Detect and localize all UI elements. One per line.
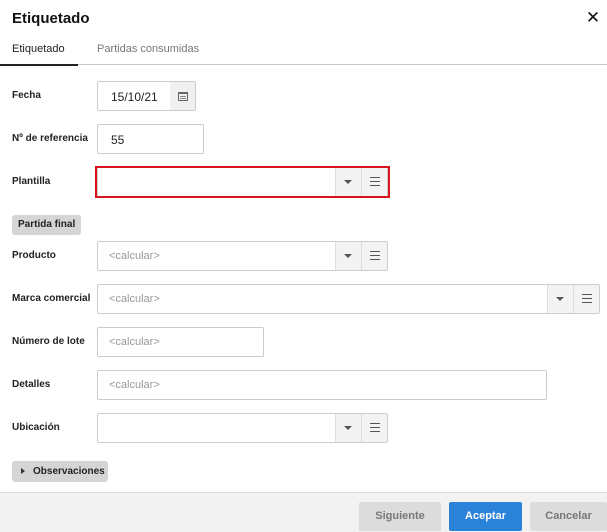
tab-etiquetado[interactable]: Etiquetado	[0, 43, 78, 66]
producto-label: Producto	[12, 250, 56, 261]
calendar-button[interactable]	[170, 81, 196, 111]
calendar-icon	[178, 92, 188, 101]
marca-dropdown-button[interactable]	[547, 285, 573, 313]
producto-select[interactable]: <calcular>	[97, 241, 388, 271]
observaciones-label: Observaciones	[33, 466, 105, 477]
section-partida-final: Partida final	[12, 215, 82, 235]
caret-right-icon	[21, 468, 25, 474]
close-icon[interactable]: ✕	[584, 9, 602, 27]
plantilla-label: Plantilla	[12, 176, 51, 187]
lote-label: Número de lote	[12, 336, 85, 347]
referencia-label: Nº de referencia	[12, 133, 88, 144]
fecha-label: Fecha	[12, 90, 41, 101]
list-icon	[582, 294, 592, 303]
detalles-label: Detalles	[12, 379, 51, 390]
tab-partidas-consumidas[interactable]: Partidas consumidas	[97, 43, 199, 65]
referencia-input[interactable]: 55	[97, 124, 204, 154]
labeling-dialog: Etiquetado ✕ Etiquetado Partidas consumi…	[0, 0, 607, 532]
tab-bar: Etiquetado Partidas consumidas	[0, 40, 607, 66]
list-icon	[370, 251, 380, 260]
marca-select[interactable]: <calcular>	[97, 284, 600, 314]
detalles-placeholder: <calcular>	[109, 379, 160, 391]
producto-list-button[interactable]	[361, 242, 387, 270]
observaciones-toggle[interactable]: Observaciones	[12, 461, 108, 482]
ubicacion-select[interactable]	[97, 413, 388, 443]
ubicacion-dropdown-button[interactable]	[335, 414, 361, 442]
chevron-down-icon	[344, 254, 352, 258]
ubicacion-list-button[interactable]	[361, 414, 387, 442]
chevron-down-icon	[556, 297, 564, 301]
producto-placeholder: <calcular>	[109, 250, 160, 262]
dialog-title: Etiquetado	[12, 10, 90, 27]
ubicacion-label: Ubicación	[12, 422, 60, 433]
lote-input[interactable]: <calcular>	[97, 327, 264, 357]
fecha-input[interactable]: 15/10/21	[97, 81, 171, 111]
chevron-down-icon	[344, 426, 352, 430]
referencia-value: 55	[111, 133, 125, 147]
marca-list-button[interactable]	[573, 285, 599, 313]
plantilla-highlight	[95, 166, 390, 198]
cancel-button[interactable]: Cancelar	[530, 502, 607, 531]
marca-placeholder: <calcular>	[109, 293, 160, 305]
dialog-footer: Siguiente Aceptar Cancelar	[0, 492, 607, 532]
next-button[interactable]: Siguiente	[359, 502, 441, 531]
list-icon	[370, 423, 380, 432]
accept-button[interactable]: Aceptar	[449, 502, 522, 531]
fecha-value: 15/10/21	[111, 90, 158, 104]
producto-dropdown-button[interactable]	[335, 242, 361, 270]
detalles-input[interactable]: <calcular>	[97, 370, 547, 400]
lote-placeholder: <calcular>	[109, 336, 160, 348]
marca-label: Marca comercial	[12, 293, 91, 304]
